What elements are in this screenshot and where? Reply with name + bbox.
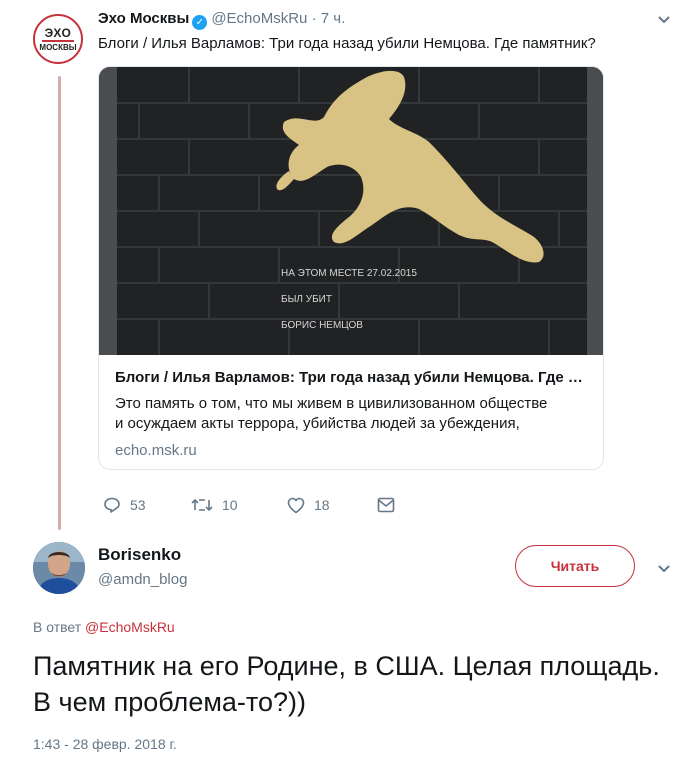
reply-author-handle[interactable]: @amdn_blog <box>98 571 187 588</box>
retweet-icon <box>191 498 213 512</box>
like-icon <box>287 497 305 513</box>
follow-button[interactable]: Читать <box>515 545 635 587</box>
card-description-line1: Это память о том, что мы живем в цивилиз… <box>115 395 548 412</box>
reply-to-prefix: В ответ <box>33 619 82 635</box>
card-body: Блоги / Илья Варламов: Три года назад уб… <box>99 355 603 469</box>
message-icon <box>377 497 395 513</box>
separator-dot: · <box>311 10 317 27</box>
retweet-button[interactable]: 10 <box>191 497 287 513</box>
avatar-logo-line1: ЭХО <box>44 25 72 40</box>
avatar-logo-line2: МОСКВЫ <box>39 42 77 52</box>
reply-count: 53 <box>130 497 146 513</box>
plaque-text-line1: НА ЭТОМ МЕСТЕ 27.02.2015 <box>281 268 417 279</box>
reply-timestamp[interactable]: 1:43 - 28 февр. 2018 г. <box>33 736 177 752</box>
reply-text: Памятник на его Родине, в США. Целая пло… <box>33 651 660 717</box>
reply-chevron-down-icon[interactable] <box>657 561 671 577</box>
author-name[interactable]: Эхо Москвы <box>98 10 189 27</box>
link-card[interactable]: НА ЭТОМ МЕСТЕ 27.02.2015 БЫЛ УБИТ БОРИС … <box>98 66 604 470</box>
card-description-line2: и осуждаем акты террора, убийства людей … <box>115 415 520 432</box>
avatar-logo-divider <box>42 39 74 42</box>
memorial-plaque-image <box>99 67 603 355</box>
like-button[interactable]: 18 <box>287 497 377 514</box>
card-image: НА ЭТОМ МЕСТЕ 27.02.2015 БЫЛ УБИТ БОРИС … <box>99 67 603 355</box>
reply-button[interactable]: 53 <box>103 496 191 514</box>
direct-message-button[interactable] <box>377 497 404 513</box>
tweet-time[interactable]: 7 ч. <box>321 10 346 27</box>
like-count: 18 <box>314 497 330 513</box>
reply-author-name[interactable]: Borisenko <box>98 545 181 565</box>
echo-avatar[interactable]: ЭХО МОСКВЫ <box>33 14 83 64</box>
card-description: Это память о том, что мы живем в цивилиз… <box>115 394 587 434</box>
verified-icon: ✓ <box>192 15 208 30</box>
reply-to-line: В ответ @EchoMskRu <box>33 619 175 635</box>
reply-to-mention[interactable]: @EchoMskRu <box>85 619 175 635</box>
card-url: echo.msk.ru <box>115 442 197 459</box>
card-title: Блоги / Илья Варламов: Три года назад уб… <box>115 369 587 386</box>
author-handle[interactable]: @EchoMskRu <box>211 10 307 27</box>
plaque-text-line2: БЫЛ УБИТ <box>281 294 332 305</box>
thread-line <box>58 76 61 530</box>
chevron-down-icon[interactable] <box>657 12 671 28</box>
borisenko-avatar[interactable] <box>33 542 85 594</box>
tweet-header: Эхо Москвы ✓ @EchoMskRu · 7 ч. <box>98 10 345 30</box>
tweet-text: Блоги / Илья Варламов: Три года назад уб… <box>98 35 596 52</box>
plaque-text-line3: БОРИС НЕМЦОВ <box>281 320 363 331</box>
tweet-actions: 53 10 18 <box>103 496 404 514</box>
reply-icon <box>104 497 120 513</box>
retweet-count: 10 <box>222 497 238 513</box>
